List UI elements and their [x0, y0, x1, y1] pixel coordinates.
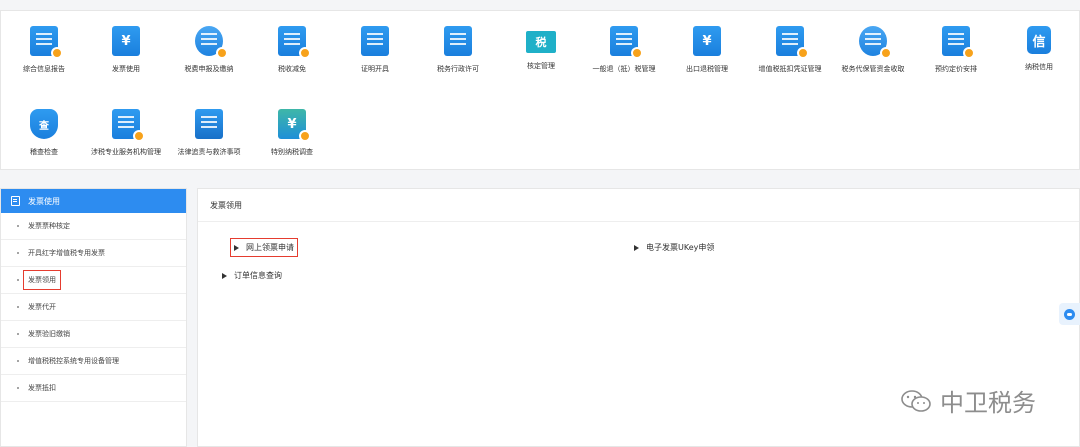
menu-tile-label: 一般退（抵）税管理: [592, 65, 656, 73]
bullet-icon: [17, 387, 19, 389]
bullet-icon: [17, 360, 19, 362]
menu-tile-label: 税务行政许可: [437, 65, 479, 73]
link-label: 网上领票申请: [246, 243, 294, 252]
sidebar-header[interactable]: 发票使用: [1, 189, 186, 213]
sidebar-item-label: 发票抵扣: [28, 384, 56, 392]
menu-tile-info-report[interactable]: 综合信息报告: [3, 26, 85, 74]
sidebar-item-label: 增值税税控系统专用设备管理: [28, 357, 119, 365]
sidebar: 发票使用 发票票种核定 开具红字增值税专用发票 发票领用 发票代开 发票验旧缴销…: [0, 188, 187, 447]
menu-tile-label: 涉税专业服务机构管理: [91, 148, 161, 156]
sidebar-item-invoice-deduction[interactable]: 发票抵扣: [1, 375, 186, 402]
menu-tile-assessment[interactable]: 税 核定管理: [500, 31, 582, 71]
menu-tile-label: 综合信息报告: [23, 65, 65, 73]
legal-icon: [195, 109, 223, 139]
pricing-icon: [942, 26, 975, 59]
menu-tile-label: 纳税信用: [1025, 63, 1053, 71]
special-investigation-icon: ¥: [278, 109, 311, 142]
menu-tile-label: 出口退税管理: [686, 65, 728, 73]
ukey-apply-link[interactable]: 电子发票UKey申领: [634, 242, 714, 253]
page-title: 发票领用: [198, 189, 1079, 222]
triangle-right-icon: [234, 244, 239, 251]
menu-tile-label: 核定管理: [527, 62, 555, 70]
tax-declare-icon: [195, 26, 228, 59]
menu-tile-vat-deduction[interactable]: 增值税抵扣凭证管理: [749, 26, 831, 74]
menu-tile-tax-credit[interactable]: 信 纳税信用: [998, 26, 1080, 72]
online-invoice-apply-link[interactable]: 网上领票申请: [230, 238, 298, 257]
custody-fund-icon: [859, 26, 892, 59]
menu-tile-label: 发票使用: [112, 65, 140, 73]
sidebar-item-label: 发票验旧缴销: [28, 330, 70, 338]
triangle-right-icon: [634, 244, 639, 251]
menu-tile-export-refund[interactable]: ¥ 出口退税管理: [666, 26, 748, 74]
watermark: 中卫税务: [900, 383, 1036, 418]
menu-tile-label: 证明开具: [361, 65, 389, 73]
menu-tile-certificate[interactable]: 证明开具: [334, 26, 416, 74]
menu-tile-pricing[interactable]: 预约定价安排: [915, 26, 997, 74]
menu-tile-invoice-use[interactable]: ¥ 发票使用: [85, 26, 167, 74]
watermark-text: 中卫税务: [940, 389, 1036, 417]
sidebar-item-label: 发票代开: [28, 303, 56, 311]
sidebar-item-label: 发票领用: [23, 270, 61, 290]
bullet-icon: [17, 279, 19, 281]
online-help-button[interactable]: [1059, 303, 1080, 325]
menu-tile-label: 税收减免: [278, 65, 306, 73]
sidebar-header-label: 发票使用: [28, 196, 60, 206]
sidebar-item-tax-control-device[interactable]: 增值税税控系统专用设备管理: [1, 348, 186, 375]
bullet-icon: [17, 225, 19, 227]
bullet-icon: [17, 306, 19, 308]
certificate-icon: [361, 26, 389, 56]
bullet-icon: [17, 333, 19, 335]
sidebar-item-label: 发票票种核定: [28, 222, 70, 230]
link-label: 电子发票UKey申领: [646, 243, 715, 252]
sidebar-item-invoice-claim[interactable]: 发票领用: [1, 267, 186, 294]
menu-tile-label: 税务代保管资金收取: [841, 65, 905, 73]
inspection-icon: 查: [30, 109, 58, 139]
credit-icon: 信: [1027, 26, 1051, 54]
invoice-icon: [11, 196, 20, 206]
menu-tile-service-agency[interactable]: 涉税专业服务机构管理: [85, 109, 167, 157]
sidebar-item-invoice-type-approval[interactable]: 发票票种核定: [1, 213, 186, 240]
menu-tile-label: 税费申报及缴纳: [184, 65, 234, 73]
invoice-icon: ¥: [112, 26, 140, 56]
menu-tile-inspection[interactable]: 查 稽查检查: [3, 109, 85, 157]
order-query-link[interactable]: 订单信息查询: [222, 270, 282, 281]
wechat-icon: [901, 389, 931, 412]
triangle-right-icon: [222, 272, 227, 279]
menu-tile-label: 特别纳税调查: [271, 148, 313, 156]
menu-tile-admin-permit[interactable]: 税务行政许可: [417, 26, 499, 74]
tax-reduction-icon: [278, 26, 311, 59]
service-menu-panel: 综合信息报告 ¥ 发票使用 税费申报及缴纳 税收减免 证明开具 税务行政许可 税…: [0, 10, 1080, 170]
sidebar-item-label: 开具红字增值税专用发票: [28, 249, 105, 257]
sidebar-item-red-vat-invoice[interactable]: 开具红字增值税专用发票: [1, 240, 186, 267]
export-refund-icon: ¥: [693, 26, 721, 56]
report-icon: [30, 26, 63, 59]
menu-tile-tax-reduction[interactable]: 税收减免: [251, 26, 333, 74]
link-label: 订单信息查询: [234, 271, 282, 280]
menu-tile-label: 增值税抵扣凭证管理: [758, 65, 822, 73]
menu-tile-legal[interactable]: 法律追责与救济事项: [168, 109, 250, 157]
sidebar-item-invoice-proxy[interactable]: 发票代开: [1, 294, 186, 321]
sidebar-item-invoice-verify-cancel[interactable]: 发票验旧缴销: [1, 321, 186, 348]
refund-icon: [610, 26, 643, 59]
menu-tile-special-investigation[interactable]: ¥ 特别纳税调查: [251, 109, 333, 157]
permit-icon: [444, 26, 472, 56]
menu-tile-label: 法律追责与救济事项: [177, 148, 241, 156]
menu-tile-tax-declare[interactable]: 税费申报及缴纳: [168, 26, 250, 74]
menu-tile-custody-fund[interactable]: 税务代保管资金收取: [832, 26, 914, 74]
menu-tile-label: 预约定价安排: [935, 65, 977, 73]
vat-deduction-icon: [776, 26, 809, 59]
assessment-icon: 税: [526, 31, 556, 53]
menu-tile-refund[interactable]: 一般退（抵）税管理: [583, 26, 665, 74]
service-agency-icon: [112, 109, 145, 142]
chat-icon: [1064, 308, 1075, 320]
menu-tile-label: 稽查检查: [30, 148, 58, 156]
bullet-icon: [17, 252, 19, 254]
